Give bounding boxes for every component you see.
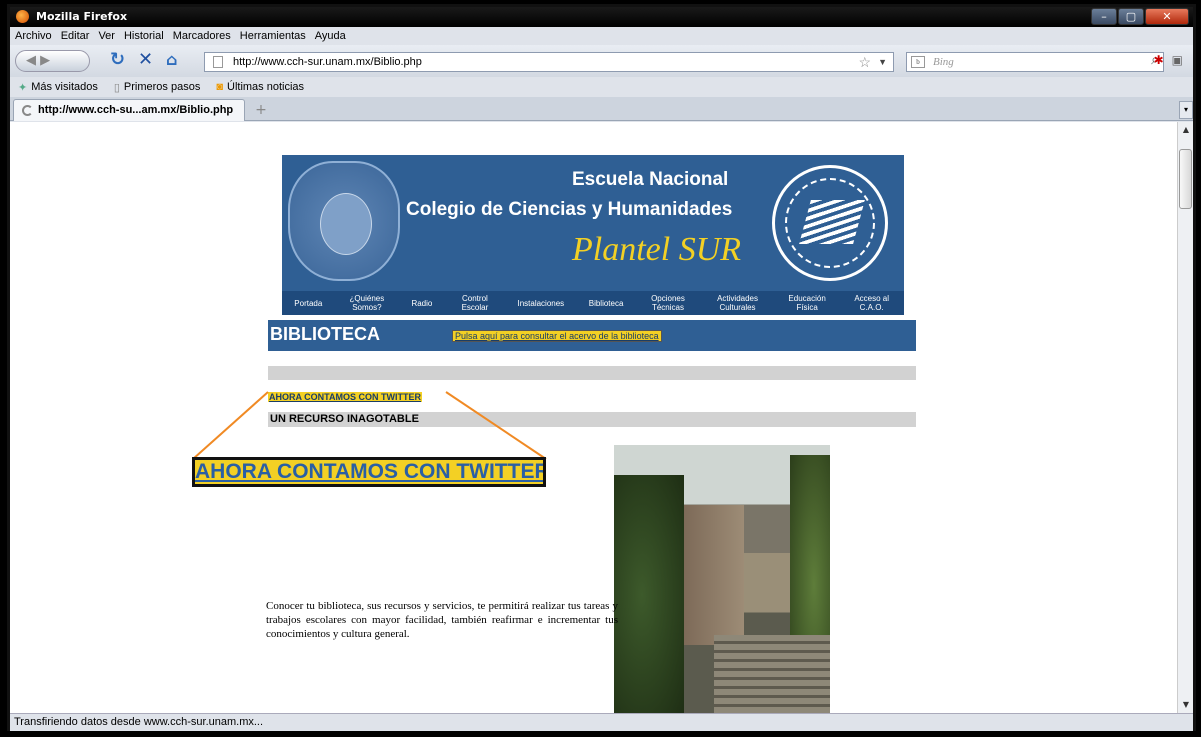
tab-list-icon[interactable]: ▾	[1179, 101, 1193, 119]
stop-icon[interactable]: ✕	[138, 51, 153, 69]
bing-icon[interactable]: b	[911, 56, 925, 68]
home-icon[interactable]: ⌂	[166, 51, 177, 69]
minimize-button[interactable]: –	[1091, 8, 1117, 25]
tab-bar: http://www.cch-su...am.mx/Biblio.php + ▾	[10, 97, 1193, 121]
page-icon: ▯	[113, 81, 120, 94]
scroll-up-icon[interactable]: ▲	[1178, 122, 1194, 138]
navigation-toolbar: ◀ ▶ ↻ ✕ ⌂ http://www.cch-sur.unam.mx/Bib…	[10, 45, 1193, 77]
bookmark-star-icon[interactable]: ☆	[858, 53, 871, 71]
twitter-zoom-callout: AHORA CONTAMOS CON TWITTER	[192, 457, 546, 487]
page-icon	[213, 56, 223, 68]
menu-editar[interactable]: Editar	[61, 30, 90, 42]
library-photo	[614, 445, 830, 713]
new-tab-button[interactable]: +	[250, 101, 272, 119]
loading-icon	[22, 105, 33, 116]
reload-icon[interactable]: ↻	[110, 51, 125, 69]
url-text: http://www.cch-sur.unam.mx/Biblio.php	[233, 56, 422, 68]
menu-archivo[interactable]: Archivo	[15, 30, 52, 42]
close-button[interactable]: ✕	[1145, 8, 1189, 25]
menu-ver[interactable]: Ver	[98, 30, 115, 42]
menu-bar: Archivo Editar Ver Historial Marcadores …	[10, 27, 1193, 45]
star-icon: ✦	[18, 81, 28, 94]
intro-paragraph: Conocer tu biblioteca, sus recursos y se…	[266, 600, 618, 640]
menu-historial[interactable]: Historial	[124, 30, 164, 42]
firefox-icon	[16, 10, 29, 23]
bookmark-mas-visitados[interactable]: ✦ Más visitados	[18, 81, 98, 94]
bookmark-primeros-pasos[interactable]: ▯ Primeros pasos	[114, 81, 200, 94]
scroll-down-icon[interactable]: ▼	[1178, 697, 1194, 713]
back-forward-button[interactable]: ◀ ▶	[15, 50, 90, 72]
search-input[interactable]: b Bing ⌕	[906, 52, 1164, 72]
scroll-thumb[interactable]	[1179, 149, 1192, 209]
title-bar: Mozilla Firefox – ▢ ✕	[10, 7, 1193, 27]
menu-marcadores[interactable]: Marcadores	[173, 30, 231, 42]
status-bar: Transfiriendo datos desde www.cch-sur.un…	[10, 713, 1193, 731]
window-title: Mozilla Firefox	[36, 10, 128, 23]
menu-ayuda[interactable]: Ayuda	[315, 30, 346, 42]
addon2-icon[interactable]: ▣	[1172, 53, 1183, 67]
maximize-button[interactable]: ▢	[1118, 8, 1144, 25]
url-dropdown-icon[interactable]: ▼	[878, 53, 887, 71]
addon-icon[interactable]: ✱	[1154, 53, 1164, 67]
tab-biblio[interactable]: http://www.cch-su...am.mx/Biblio.php	[13, 99, 245, 121]
bookmark-ultimas-noticias[interactable]: ◙ Últimas noticias	[216, 81, 304, 93]
search-placeholder: Bing	[933, 56, 954, 68]
bookmarks-bar: ✦ Más visitados ▯ Primeros pasos ◙ Últimas …	[10, 77, 1193, 97]
url-bar[interactable]: http://www.cch-sur.unam.mx/Biblio.php ☆ …	[204, 52, 894, 72]
page-viewport: Escuela Nacional Colegio de Ciencias y H…	[10, 122, 1177, 713]
browser-window: Mozilla Firefox – ▢ ✕ Archivo Editar Ver…	[7, 4, 1196, 731]
rss-icon: ◙	[216, 81, 223, 93]
vertical-scrollbar[interactable]: ▲ ▼	[1177, 122, 1193, 713]
menu-herramientas[interactable]: Herramientas	[240, 30, 306, 42]
